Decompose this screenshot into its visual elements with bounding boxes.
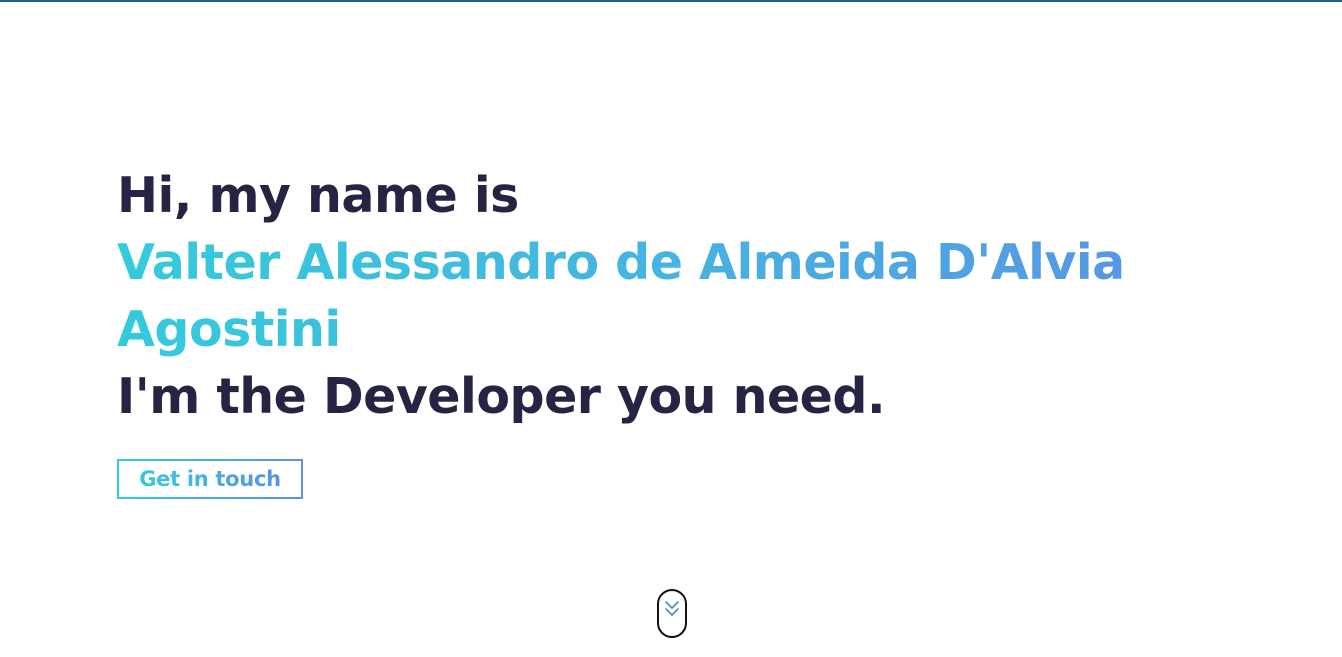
double-chevron-down-icon [665,601,679,616]
hero-name: Valter Alessandro de Almeida D'Alvia Ago… [117,229,1237,363]
top-accent-bar [0,0,1342,2]
hero-section: Hi, my name is Valter Alessandro de Alme… [117,162,1237,430]
hero-greeting: Hi, my name is [117,167,519,224]
get-in-touch-label: Get in touch [139,467,281,491]
hero-tagline: I'm the Developer you need. [117,368,886,425]
scroll-down-button[interactable] [657,589,687,638]
hero-name-line-1: Valter Alessandro de Almeida D'Alvia [117,234,1125,291]
get-in-touch-button[interactable]: Get in touch [117,459,303,499]
hero-name-line-2: Agostini [117,301,341,358]
